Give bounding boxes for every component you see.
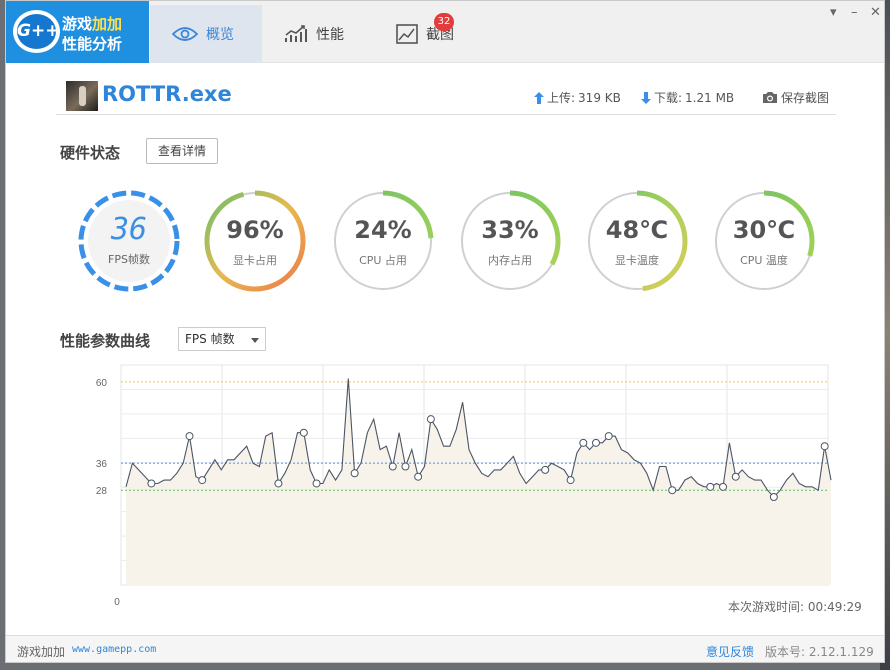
play-time: 本次游戏时间: 00:49:29 <box>728 600 862 614</box>
gpu-temp-label: 显卡温度 <box>615 254 659 267</box>
x-start-label: 0 <box>114 597 120 608</box>
fps-data-point <box>274 479 283 488</box>
fps-data-point <box>388 462 397 471</box>
footer-brand: 游戏加加 <box>17 645 66 659</box>
fps-data-point <box>604 432 613 441</box>
camera-icon <box>763 92 777 103</box>
hardware-status-title: 硬件状态 <box>60 144 121 162</box>
fps-data-point <box>592 438 600 447</box>
upload-label: 上传: <box>547 91 576 105</box>
app-window: G++ 游戏加加 性能分析 概览 性能 截图 32 ▾ – ✕ ROTTR.ex… <box>5 0 885 663</box>
gpu-temp-value: 48℃ <box>605 216 669 244</box>
save-screenshot-label: 保存截图 <box>781 91 830 105</box>
upload-stat: 上传: 319 KB <box>534 89 621 106</box>
y-tick-label: 36 <box>96 459 108 470</box>
tab-performance-label: 性能 <box>316 27 344 43</box>
fps-data-point <box>579 438 588 447</box>
fps-data-point <box>299 428 308 437</box>
tab-overview[interactable]: 概览 <box>150 5 262 63</box>
gpu-usage-value: 96% <box>226 216 284 244</box>
screenshot-count-badge: 32 <box>434 13 454 31</box>
image-icon <box>396 24 418 44</box>
fps-data-point <box>414 472 423 481</box>
logo-text-a: 游戏 <box>62 15 93 33</box>
logo-line-1: 游戏加加 <box>62 13 122 34</box>
memory-usage-value: 33% <box>481 216 539 244</box>
memory-usage-gauge: 33% 内存占用 <box>457 188 563 294</box>
app-logo: G++ 游戏加加 性能分析 <box>6 1 149 63</box>
minimize-button[interactable]: – <box>851 5 858 20</box>
curve-metric-value: FPS 帧数 <box>185 332 235 346</box>
close-button[interactable]: ✕ <box>870 5 881 20</box>
title-bar: G++ 游戏加加 性能分析 概览 性能 截图 32 ▾ – ✕ <box>6 1 884 63</box>
eye-icon <box>172 27 198 41</box>
fps-data-point <box>706 482 715 491</box>
y-tick-label: 60 <box>96 378 108 389</box>
tab-screenshots[interactable]: 截图 32 <box>374 5 486 63</box>
tab-overview-label: 概览 <box>206 27 234 43</box>
cpu-temp-value: 30℃ <box>732 216 796 244</box>
upload-arrow-icon <box>534 91 544 104</box>
fps-data-point <box>426 415 435 424</box>
feedback-link[interactable]: 意见反馈 <box>706 643 754 660</box>
gpu-usage-label: 显卡占用 <box>233 254 277 267</box>
fps-data-point <box>198 476 207 485</box>
chevron-down-icon <box>251 338 259 343</box>
game-title: ROTTR.exe <box>102 82 232 106</box>
logo-mark: G++ <box>17 14 59 49</box>
dropdown-icon[interactable]: ▾ <box>830 5 837 20</box>
fps-data-point <box>147 479 156 488</box>
cpu-temp-label: CPU 温度 <box>740 254 788 267</box>
gpu-temp-gauge: 48℃ 显卡温度 <box>584 188 690 294</box>
footer-url-link[interactable]: www.gamepp.com <box>72 644 156 655</box>
line-chart-icon <box>285 25 307 42</box>
fps-data-point <box>541 465 550 474</box>
tab-performance[interactable]: 性能 <box>262 5 374 63</box>
fps-line-chart: 28 36 60 0 <box>96 364 832 608</box>
upload-value: 319 KB <box>578 90 621 105</box>
y-tick-label: 28 <box>96 486 108 497</box>
logo-text-b: 加加 <box>92 15 123 33</box>
fps-data-point <box>719 482 728 491</box>
fps-data-point <box>185 432 194 441</box>
logo-badge: G++ <box>13 10 60 53</box>
version-label: 版本号: 2.12.1.129 <box>765 645 874 659</box>
cpu-usage-gauge: 24% CPU 占用 <box>330 188 436 294</box>
fps-data-point <box>731 472 740 481</box>
game-header: ROTTR.exe 上传: 319 KB 下载: 1.21 MB 保存截图 <box>56 79 836 115</box>
fps-value: 36 <box>110 212 148 247</box>
gpu-usage-gauge: 96% 显卡占用 <box>202 188 308 294</box>
cpu-temp-gauge: 30℃ CPU 温度 <box>711 188 817 294</box>
download-arrow-icon <box>641 91 651 104</box>
download-value: 1.21 MB <box>685 90 735 105</box>
game-thumbnail <box>66 81 98 111</box>
fps-data-point <box>401 462 410 471</box>
footer: 游戏加加 www.gamepp.com 意见反馈 版本号: 2.12.1.129 <box>6 635 884 662</box>
performance-curve-title: 性能参数曲线 <box>60 332 151 350</box>
curve-metric-select[interactable]: FPS 帧数 <box>178 327 266 351</box>
view-details-button[interactable]: 查看详情 <box>146 138 218 164</box>
logo-line-2: 性能分析 <box>62 35 123 53</box>
fps-gauge: 36 FPS帧数 <box>76 188 182 294</box>
download-stat: 下载: 1.21 MB <box>641 89 734 106</box>
save-screenshot-button[interactable]: 保存截图 <box>762 89 829 106</box>
fps-data-point <box>566 476 575 485</box>
fps-data-point <box>312 479 321 488</box>
fps-label: FPS帧数 <box>108 253 150 266</box>
download-label: 下载: <box>654 91 683 105</box>
fps-data-point <box>769 493 778 501</box>
cpu-usage-label: CPU 占用 <box>359 254 407 267</box>
cpu-usage-value: 24% <box>354 216 412 244</box>
fps-data-point <box>668 486 677 495</box>
fps-data-point <box>350 469 359 478</box>
memory-usage-label: 内存占用 <box>488 254 532 267</box>
fps-data-point <box>820 442 829 451</box>
